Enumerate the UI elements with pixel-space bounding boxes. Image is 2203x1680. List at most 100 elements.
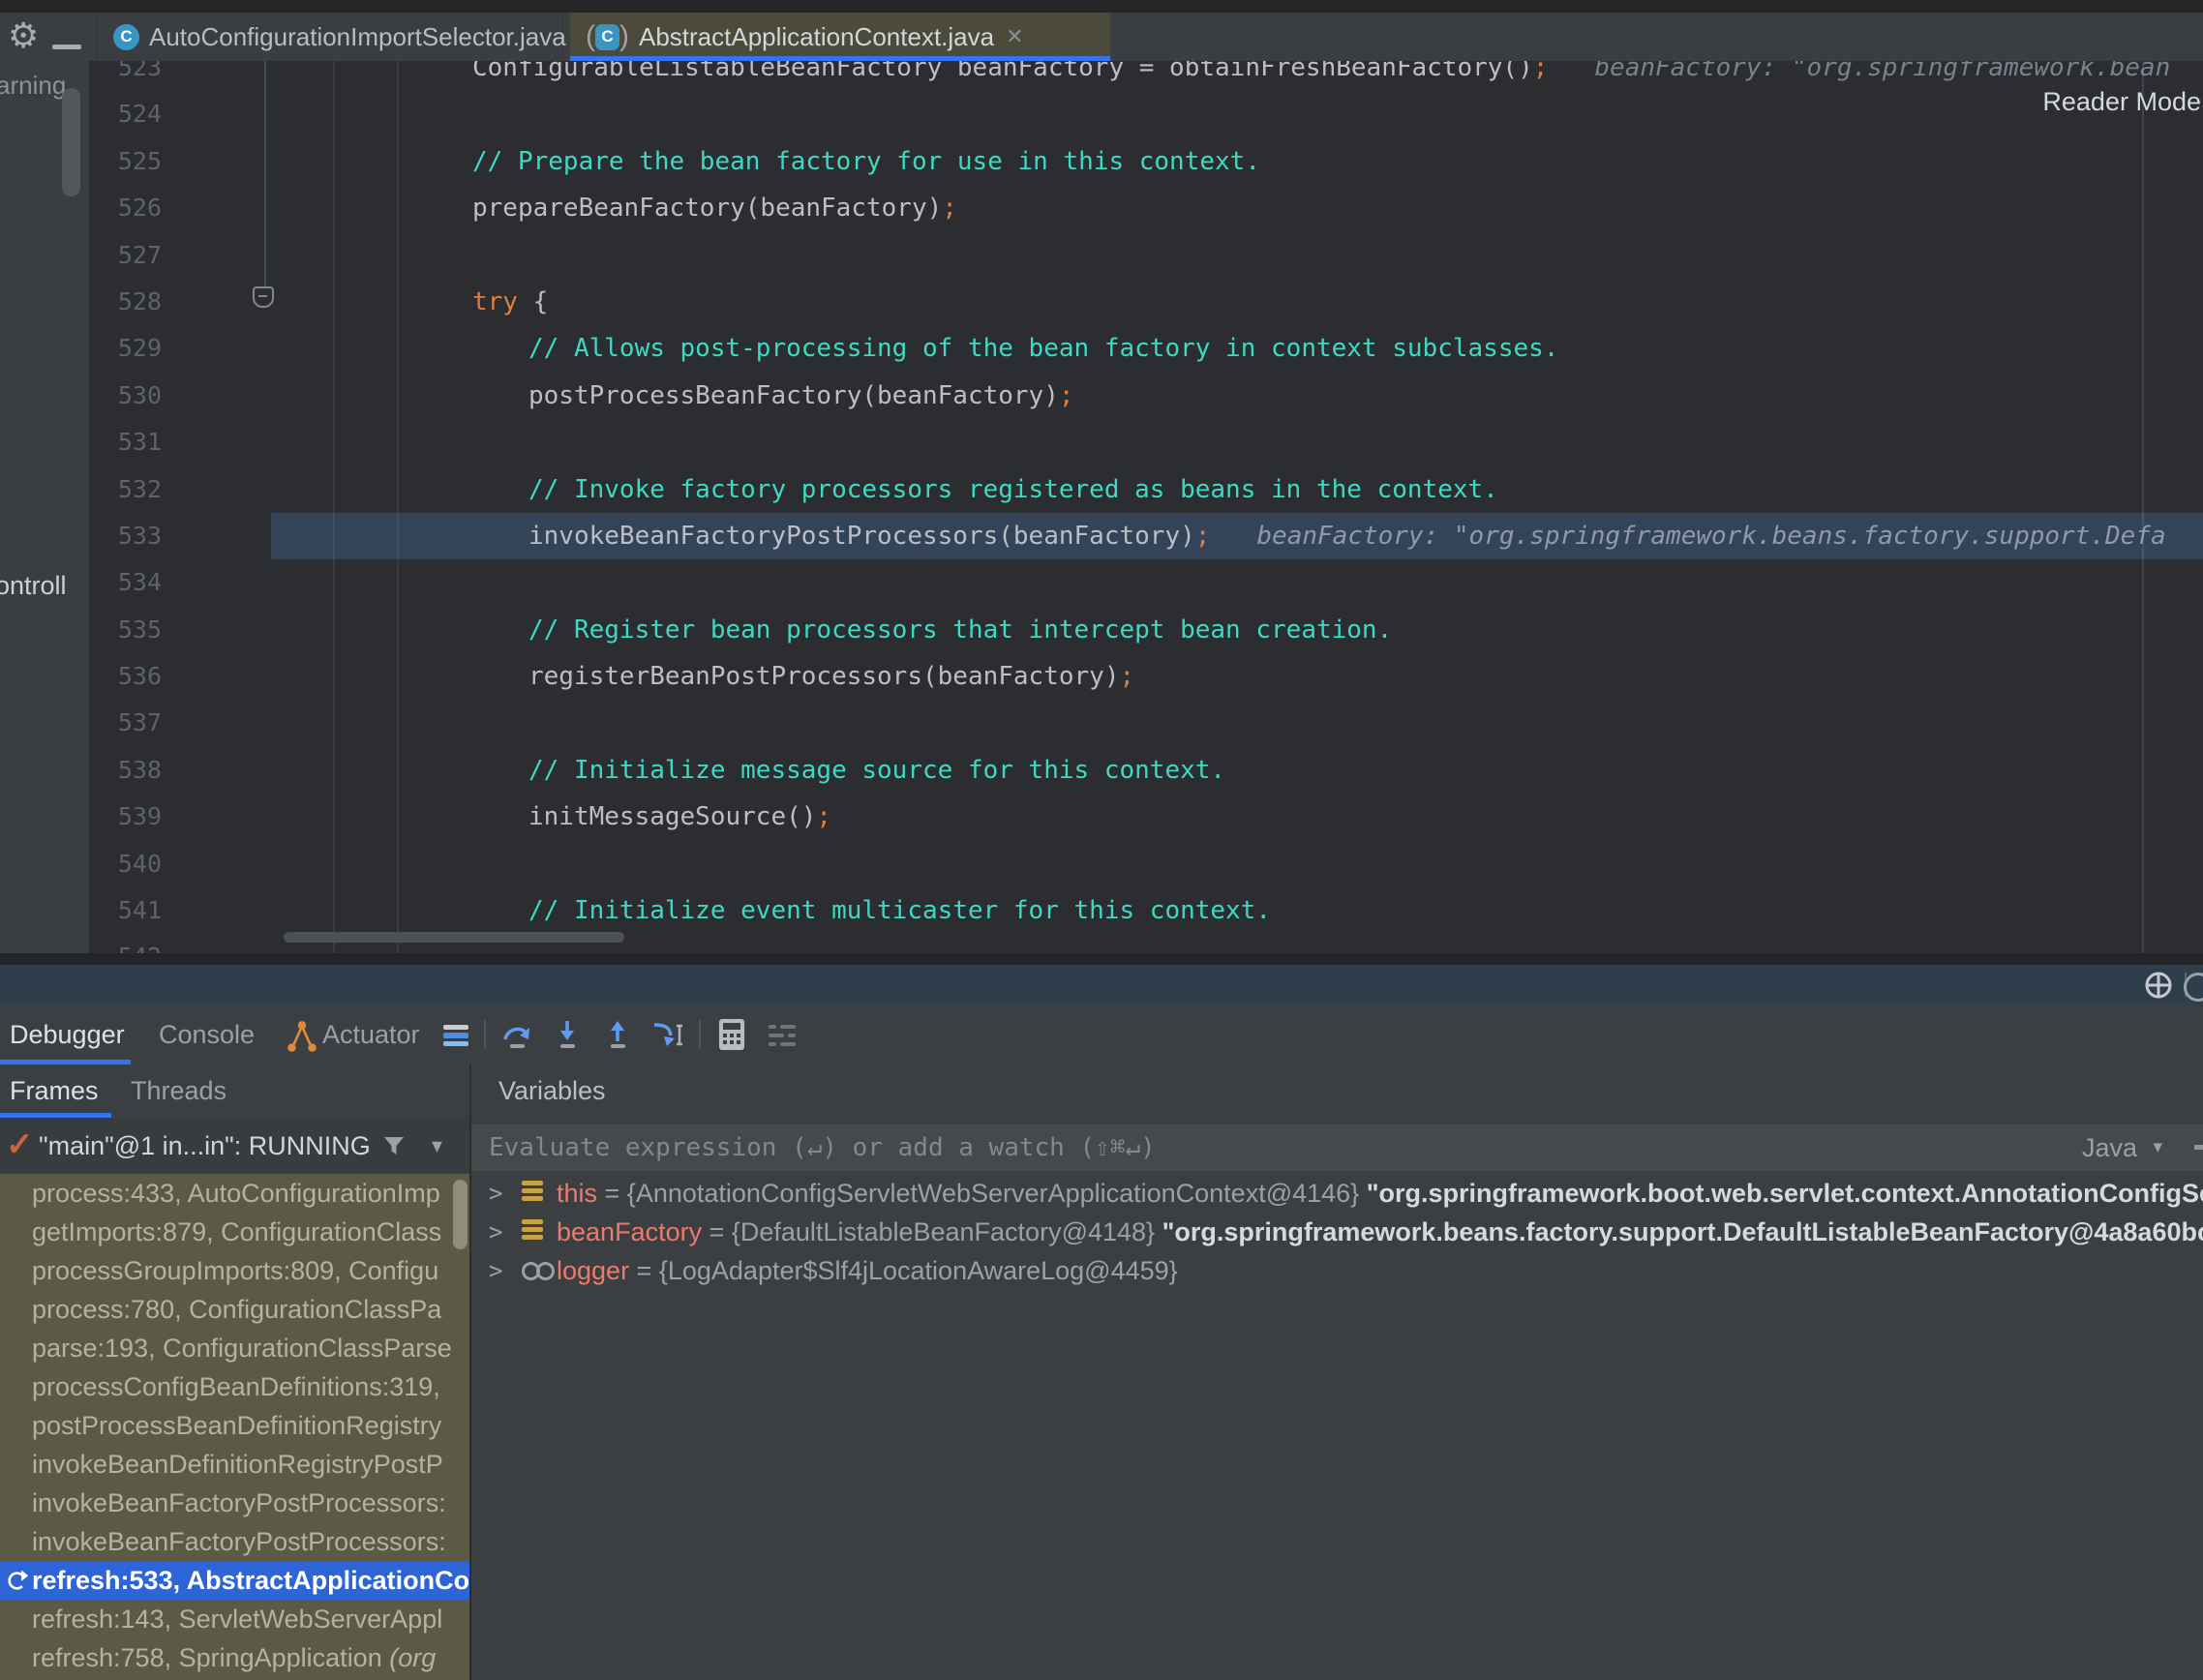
frame-row[interactable]: refresh:533, AbstractApplicationCo: [0, 1561, 469, 1600]
frame-row[interactable]: processGroupImports:809, Configu: [0, 1251, 469, 1290]
code-line-540[interactable]: 540: [89, 841, 2203, 887]
evaluate-expression-bar[interactable]: Evaluate expression (↵) or add a watch (…: [471, 1125, 2203, 1171]
variable-reference: = {DefaultListableBeanFactory@4148}: [702, 1217, 1162, 1246]
frame-row[interactable]: invokeBeanFactoryPostProcessors:: [0, 1522, 469, 1561]
code-line-535[interactable]: 535// Register bean processors that inte…: [89, 607, 2203, 653]
tab-debugger[interactable]: Debugger: [10, 1005, 125, 1065]
view-options-icon[interactable]: [438, 1017, 473, 1052]
tab-console[interactable]: Console: [159, 1005, 255, 1065]
close-tab-icon[interactable]: ✕: [1006, 24, 1023, 49]
code-line-532[interactable]: 532 // Invoke factory processors register…: [89, 466, 2203, 513]
code-line-523[interactable]: 523ConfigurableListableBeanFactory beanF…: [89, 61, 2203, 91]
frame-row[interactable]: getImports:879, ConfigurationClass: [0, 1213, 469, 1251]
line-number: 540: [89, 841, 162, 887]
code-line-536[interactable]: 536registerBeanPostProcessors(beanFactor…: [89, 653, 2203, 700]
step-out-icon[interactable]: [600, 1017, 635, 1052]
frame-row[interactable]: invokeBeanDefinitionRegistryPostP: [0, 1445, 469, 1484]
panel-splitter[interactable]: [0, 953, 2203, 965]
code-segment: // Prepare the bean factory for use in t…: [472, 147, 1260, 176]
variable-row[interactable]: > this = {AnnotationConfigServletWebServe…: [471, 1174, 2203, 1213]
line-number: 532: [89, 466, 162, 513]
frame-row[interactable]: postProcessBeanDefinitionRegistry: [0, 1406, 469, 1445]
code-line-541[interactable]: 541// Initialize event multicaster for t…: [89, 887, 2203, 934]
variable-row[interactable]: >logger = {LogAdapter$Slf4jLocationAware…: [471, 1251, 2203, 1290]
variable-reference: = {LogAdapter$Slf4jLocationAwareLog@4459…: [629, 1256, 1178, 1285]
class-icon: C: [113, 24, 139, 50]
debug-panel-tabs: Frames Threads Variables: [0, 1065, 2203, 1118]
line-number: 539: [89, 794, 162, 840]
line-number: 530: [89, 373, 162, 419]
expand-chevron-icon[interactable]: >: [489, 1213, 502, 1251]
code-line-531[interactable]: 531: [89, 419, 2203, 465]
frame-text: refresh:758, SpringApplication: [32, 1643, 389, 1672]
left-panel-scrollbar-thumb[interactable]: [62, 88, 80, 196]
tab-actuator[interactable]: Actuator: [322, 1005, 420, 1065]
line-number: 534: [89, 559, 162, 606]
code-line-524[interactable]: 524: [89, 91, 2203, 137]
frame-row[interactable]: parse:193, ConfigurationClassParse: [0, 1329, 469, 1367]
code-text: registerBeanPostProcessors(beanFactory);: [528, 653, 1134, 700]
variable-row[interactable]: >beanFactory = {DefaultListableBeanFacto…: [471, 1213, 2203, 1251]
frame-row[interactable]: process:780, ConfigurationClassPa: [0, 1290, 469, 1329]
reader-mode-label[interactable]: Reader Mode: [2042, 87, 2201, 117]
object-icon: [522, 1181, 543, 1204]
chevron-down-icon[interactable]: ▾: [432, 1118, 442, 1174]
frame-row[interactable]: invokeBeanFactoryPostProcessors:: [0, 1484, 469, 1522]
line-number: 528: [89, 279, 162, 325]
partial-icon: [2194, 1145, 2203, 1150]
frame-text: refresh:533, AbstractApplicationCo: [32, 1566, 469, 1595]
code-segment: invokeBeanFactoryPostProcessors(beanFact…: [528, 522, 1195, 551]
tab-frames[interactable]: Frames: [10, 1065, 99, 1118]
evaluate-expression-icon[interactable]: [714, 1017, 749, 1052]
variable-reference: = {AnnotationConfigServletWebServerAppli…: [597, 1179, 1367, 1208]
thread-status-row[interactable]: ✓ "main"@1 in...in": RUNNING ▾: [0, 1118, 469, 1174]
frames-scrollbar-thumb[interactable]: [453, 1180, 468, 1249]
code-segment: // Register bean processors that interce…: [528, 615, 1392, 645]
fold-region-guide: [264, 61, 266, 287]
code-line-529[interactable]: 529// Allows post-processing of the bean…: [89, 325, 2203, 372]
thread-check-icon: ✓: [6, 1118, 34, 1174]
code-text: // Invoke factory processors registered …: [528, 466, 1498, 513]
layout-settings-icon[interactable]: [765, 1017, 800, 1052]
chevron-down-icon[interactable]: ▾: [2153, 1125, 2162, 1171]
paren-decoration: ): [619, 20, 629, 53]
code-line-533[interactable]: 533invokeBeanFactoryPostProcessors(beanF…: [89, 513, 2203, 559]
editor-hscrollbar-thumb[interactable]: [284, 932, 624, 943]
frame-row[interactable]: refresh:758, SpringApplication (org: [0, 1638, 469, 1677]
filter-funnel-icon[interactable]: [381, 1133, 407, 1158]
step-into-icon[interactable]: [550, 1017, 585, 1052]
step-over-icon[interactable]: [499, 1017, 534, 1052]
tab-threads[interactable]: Threads: [131, 1065, 226, 1118]
code-segment: ;: [1533, 61, 1549, 82]
language-selector[interactable]: Java: [2082, 1125, 2137, 1171]
code-line-530[interactable]: 530postProcessBeanFactory(beanFactory);: [89, 373, 2203, 419]
settings-gear-icon[interactable]: ⚙: [8, 13, 39, 61]
frame-row[interactable]: process:433, AutoConfigurationImp: [0, 1174, 469, 1213]
panel-vertical-divider[interactable]: [469, 1065, 471, 1680]
frame-row[interactable]: refresh:143, ServletWebServerAppl: [0, 1600, 469, 1638]
line-number: 526: [89, 185, 162, 231]
code-editor[interactable]: 523ConfigurableListableBeanFactory beanF…: [89, 61, 2203, 953]
expand-chevron-icon[interactable]: >: [489, 1251, 502, 1290]
fold-marker-icon[interactable]: [253, 286, 274, 308]
code-segment: ;: [1119, 662, 1134, 691]
code-line-537[interactable]: 537: [89, 700, 2203, 746]
code-line-539[interactable]: 539initMessageSource();: [89, 794, 2203, 840]
show-execution-point-icon[interactable]: [2143, 970, 2174, 1001]
code-line-534[interactable]: 534: [89, 559, 2203, 606]
line-number: 542: [89, 934, 162, 953]
code-line-528[interactable]: 528try {: [89, 279, 2203, 325]
run-to-cursor-icon[interactable]: [650, 1017, 685, 1052]
variable-name: this: [557, 1179, 597, 1208]
code-line-525[interactable]: 525// Prepare the bean factory for use i…: [89, 138, 2203, 185]
tab-autoconfigurationimportselector[interactable]: C AutoConfigurationImportSelector.java ✕: [97, 13, 563, 61]
line-number: 531: [89, 419, 162, 465]
code-line-538[interactable]: 538// Initialize message source for this…: [89, 747, 2203, 794]
code-line-526[interactable]: 526prepareBeanFactory(beanFactory);: [89, 185, 2203, 231]
tab-abstractapplicationcontext[interactable]: ( C ) AbstractApplicationContext.java ✕: [570, 13, 1110, 61]
expand-chevron-icon[interactable]: >: [489, 1174, 502, 1213]
code-line-527[interactable]: 527: [89, 232, 2203, 279]
variable-value: "org.springframework.boot.web.servlet.co…: [1367, 1179, 2203, 1208]
frame-row[interactable]: processConfigBeanDefinitions:319,: [0, 1367, 469, 1406]
minimize-icon[interactable]: [52, 45, 81, 49]
